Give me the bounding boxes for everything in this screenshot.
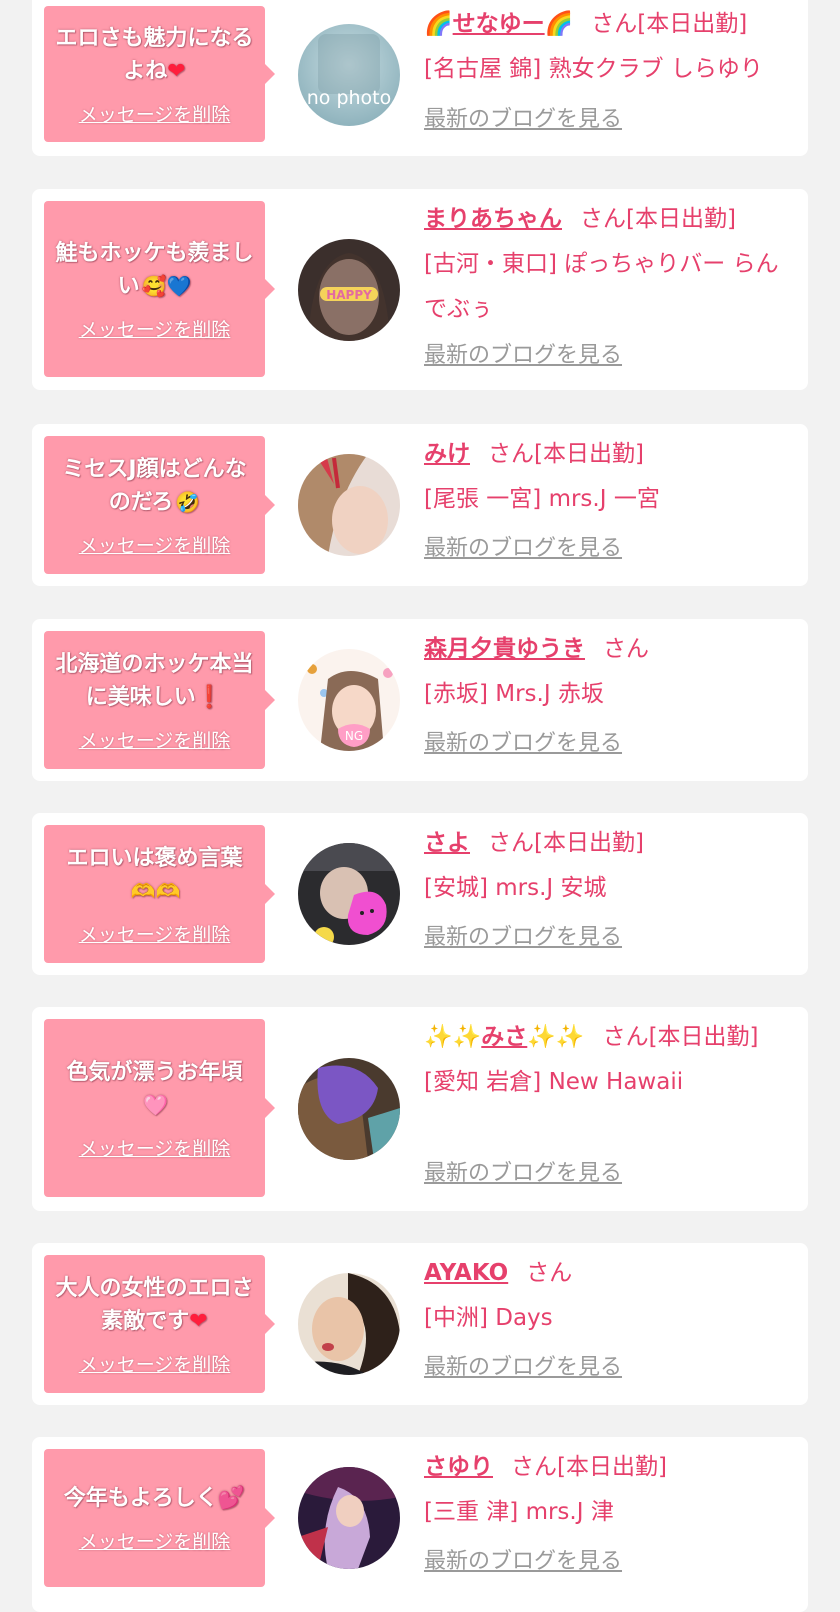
delete-message-button[interactable]: メッセージを削除 <box>79 920 231 947</box>
shop-text: [尾張 一宮] mrs.J 一宮 <box>424 486 660 512</box>
avatar[interactable]: HAPPY <box>298 239 400 341</box>
card-info: ✨✨みさ✨✨ さん[本日出勤] [愛知 岩倉] New Hawaii <box>424 1015 794 1105</box>
girl-name-link[interactable]: まりあちゃん <box>424 206 562 232</box>
latest-blog-link[interactable]: 最新のブログを見る <box>424 919 622 951</box>
smile-heart-emoji-icon: 🥰💙 <box>141 273 192 298</box>
delete-message-button[interactable]: メッセージを削除 <box>79 531 231 558</box>
latest-blog-link[interactable]: 最新のブログを見る <box>424 1155 622 1187</box>
shop-text: [名古屋 錦] 熟女クラブ しらゆり <box>424 56 763 82</box>
latest-blog-link[interactable]: 最新のブログを見る <box>424 725 622 757</box>
card-info: さよ さん[本日出勤] [安城] mrs.J 安城 <box>424 821 794 911</box>
heart-hands-emoji-icon: 🫶🫶 <box>130 878 181 903</box>
laughing-emoji-icon: 🤣 <box>175 489 201 514</box>
message-bubble: 北海道のホッケ本当に美味しい❗ メッセージを削除 <box>44 631 275 769</box>
avatar[interactable] <box>298 843 400 945</box>
delete-message-button[interactable]: メッセージを削除 <box>79 726 231 753</box>
message-text: 大人の女性のエロさ素敵です❤ <box>55 1275 254 1334</box>
message-card: ミセスJ顔はどんなのだろ 🤣 メッセージを削除 みけ さん[本日出勤] [尾張 一宮… <box>32 424 808 586</box>
latest-blog-link[interactable]: 最新のブログを見る <box>424 530 622 562</box>
exclamation-icon: ❗ <box>195 684 224 710</box>
suffix-text: さん[本日出勤] <box>602 1024 759 1050</box>
message-text: 色気が漂うお年頃 🩷 <box>66 1056 242 1122</box>
message-text: 鮭もホッケも羨ましい 🥰💙 <box>55 240 254 299</box>
girl-name-link[interactable]: さよ <box>424 830 470 856</box>
shop-text: [三重 津] mrs.J 津 <box>424 1499 614 1525</box>
message-card: エロいは褒め言葉 🫶🫶 メッセージを削除 さよ さん[本日出勤] [安城] mrs.… <box>32 813 808 975</box>
message-card: 北海道のホッケ本当に美味しい❗ メッセージを削除 NG 森月夕貴ゆうき さん [赤… <box>32 619 808 781</box>
latest-blog-link[interactable]: 最新のブログを見る <box>424 337 622 369</box>
message-bubble: ミセスJ顔はどんなのだろ 🤣 メッセージを削除 <box>44 436 275 574</box>
message-text: 北海道のホッケ本当に美味しい❗ <box>55 651 254 710</box>
latest-blog-link[interactable]: 最新のブログを見る <box>424 101 622 133</box>
message-card: エロさも魅力になるよね❤ メッセージを削除 no photo 🌈せなゆー🌈 さん[… <box>32 0 808 156</box>
card-info: みけ さん[本日出勤] [尾張 一宮] mrs.J 一宮 <box>424 432 794 522</box>
suffix-text: さん[本日出勤] <box>488 830 644 856</box>
card-info: さゆり さん[本日出勤] [三重 津] mrs.J 津 <box>424 1445 794 1535</box>
girl-name-link[interactable]: 森月夕貴ゆうき <box>424 636 585 662</box>
message-bubble: 色気が漂うお年頃 🩷 メッセージを削除 <box>44 1019 275 1197</box>
rainbow-icon: 🌈 <box>544 11 574 37</box>
delete-message-button[interactable]: メッセージを削除 <box>79 1134 231 1161</box>
message-bubble: 今年もよろしく💕 メッセージを削除 <box>44 1449 275 1587</box>
message-bubble: 大人の女性のエロさ素敵です❤ メッセージを削除 <box>44 1255 275 1393</box>
girl-name-link[interactable]: みけ <box>424 441 470 467</box>
svg-text:HAPPY: HAPPY <box>326 288 372 302</box>
message-card: 色気が漂うお年頃 🩷 メッセージを削除 ✨✨みさ✨✨ さん[本日出勤] [愛知 岩倉… <box>32 1007 808 1211</box>
message-card: 今年もよろしく💕 メッセージを削除 さゆり さん[本日出勤] [三重 津] mrs… <box>32 1437 808 1612</box>
suffix-text: さん <box>526 1260 573 1286</box>
girl-name-link[interactable]: みさ <box>481 1024 527 1050</box>
message-card: 大人の女性のエロさ素敵です❤ メッセージを削除 AYAKO さん [中洲] Day… <box>32 1243 808 1405</box>
shop-text: [古河・東口] ぽっちゃりバー らんでぶぅ <box>424 251 779 322</box>
girl-name-link[interactable]: せなゆー <box>453 11 545 37</box>
avatar[interactable] <box>298 1273 400 1375</box>
message-card: 鮭もホッケも羨ましい 🥰💙 メッセージを削除 HAPPY まりあちゃん さん[本日出… <box>32 189 808 390</box>
card-info: 森月夕貴ゆうき さん [赤坂] Mrs.J 赤坂 <box>424 627 794 717</box>
message-bubble: エロさも魅力になるよね❤ メッセージを削除 <box>44 6 275 142</box>
heart-emoji-icon: ❤ <box>189 1308 208 1334</box>
avatar[interactable] <box>298 454 400 556</box>
card-info: 🌈せなゆー🌈 さん[本日出勤] [名古屋 錦] 熟女クラブ しらゆり <box>424 2 794 92</box>
rainbow-icon: 🌈 <box>424 11 453 37</box>
shop-text: [安城] mrs.J 安城 <box>424 875 607 901</box>
suffix-text: さん[本日出勤] <box>591 11 748 37</box>
latest-blog-link[interactable]: 最新のブログを見る <box>424 1543 622 1575</box>
delete-message-button[interactable]: メッセージを削除 <box>79 315 231 342</box>
heart-emoji-icon: ❤ <box>167 58 186 84</box>
message-text: エロさも魅力になるよね❤ <box>55 25 254 84</box>
no-photo-placeholder-icon: no photo <box>307 87 392 109</box>
girl-name-link[interactable]: AYAKO <box>424 1260 508 1286</box>
suffix-text: さん[本日出勤] <box>580 206 736 232</box>
girl-name-link[interactable]: さゆり <box>424 1454 493 1480</box>
message-bubble: エロいは褒め言葉 🫶🫶 メッセージを削除 <box>44 825 275 963</box>
card-info: まりあちゃん さん[本日出勤] [古河・東口] ぽっちゃりバー らんでぶぅ <box>424 197 794 332</box>
delete-message-button[interactable]: メッセージを削除 <box>79 100 231 127</box>
suffix-text: さん <box>603 636 649 662</box>
shop-text: [中洲] Days <box>424 1305 553 1331</box>
two-hearts-icon: 💕 <box>217 1486 246 1511</box>
pink-heart-icon: 🩷 <box>143 1092 168 1117</box>
avatar[interactable] <box>298 1058 400 1160</box>
latest-blog-link[interactable]: 最新のブログを見る <box>424 1349 622 1381</box>
avatar[interactable]: NG <box>298 649 400 751</box>
delete-message-button[interactable]: メッセージを削除 <box>79 1527 231 1554</box>
shop-text: [赤坂] Mrs.J 赤坂 <box>424 681 604 707</box>
message-text: 今年もよろしく💕 <box>63 1486 246 1511</box>
sparkle-icon: ✨✨ <box>424 1024 482 1050</box>
avatar[interactable] <box>298 1467 400 1569</box>
sparkle-icon: ✨✨ <box>527 1024 585 1050</box>
suffix-text: さん[本日出勤] <box>488 441 644 467</box>
message-bubble: 鮭もホッケも羨ましい 🥰💙 メッセージを削除 <box>44 201 275 377</box>
card-info: AYAKO さん [中洲] Days <box>424 1251 794 1341</box>
message-text: ミセスJ顔はどんなのだろ 🤣 <box>62 456 247 515</box>
svg-text:NG: NG <box>345 729 363 743</box>
suffix-text: さん[本日出勤] <box>511 1454 667 1480</box>
shop-text: [愛知 岩倉] New Hawaii <box>424 1069 684 1095</box>
avatar[interactable]: no photo <box>298 24 400 126</box>
message-text: エロいは褒め言葉 🫶🫶 <box>66 842 242 908</box>
delete-message-button[interactable]: メッセージを削除 <box>79 1350 231 1377</box>
